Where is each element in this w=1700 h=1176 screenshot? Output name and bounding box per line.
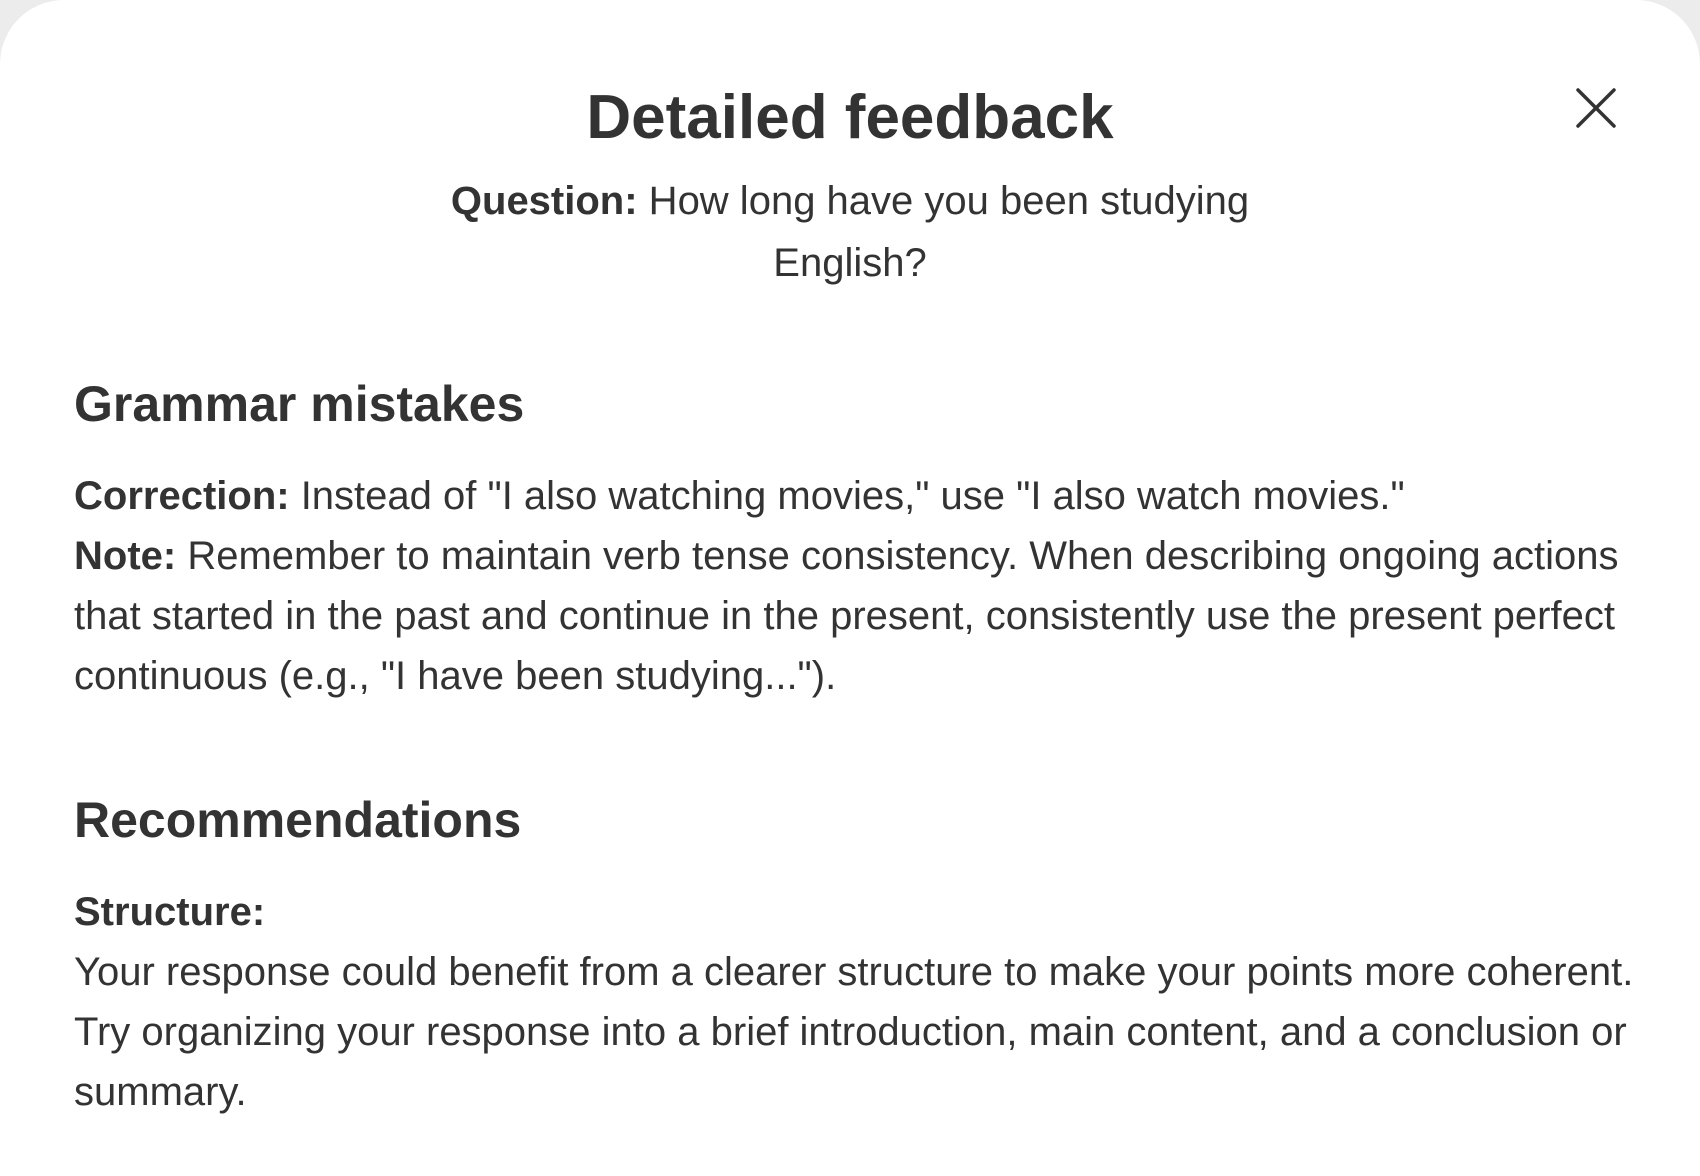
close-icon [1576, 88, 1616, 128]
question-text: Question: How long have you been studyin… [420, 170, 1280, 294]
question-value: How long have you been studying English? [637, 179, 1250, 285]
correction-paragraph: Correction: Instead of "I also watching … [74, 466, 1634, 526]
structure-text: Your response could benefit from a clear… [74, 950, 1634, 1114]
correction-text: Instead of "I also watching movies," use… [289, 474, 1405, 518]
question-label: Question: [450, 179, 638, 223]
feedback-modal: Detailed feedback Question: How long hav… [0, 0, 1700, 1176]
recommendations-heading: Recommendations [74, 792, 522, 848]
correction-label: Correction: [74, 474, 290, 518]
note-paragraph: Note: Remember to maintain verb tense co… [74, 526, 1634, 706]
structure-label: Structure: [74, 890, 266, 934]
modal-title: Detailed feedback [586, 83, 1114, 152]
close-button[interactable] [1568, 80, 1624, 136]
note-text: Remember to maintain verb tense consiste… [74, 534, 1619, 698]
grammar-mistakes-heading: Grammar mistakes [74, 376, 525, 432]
note-label: Note: [74, 534, 177, 578]
